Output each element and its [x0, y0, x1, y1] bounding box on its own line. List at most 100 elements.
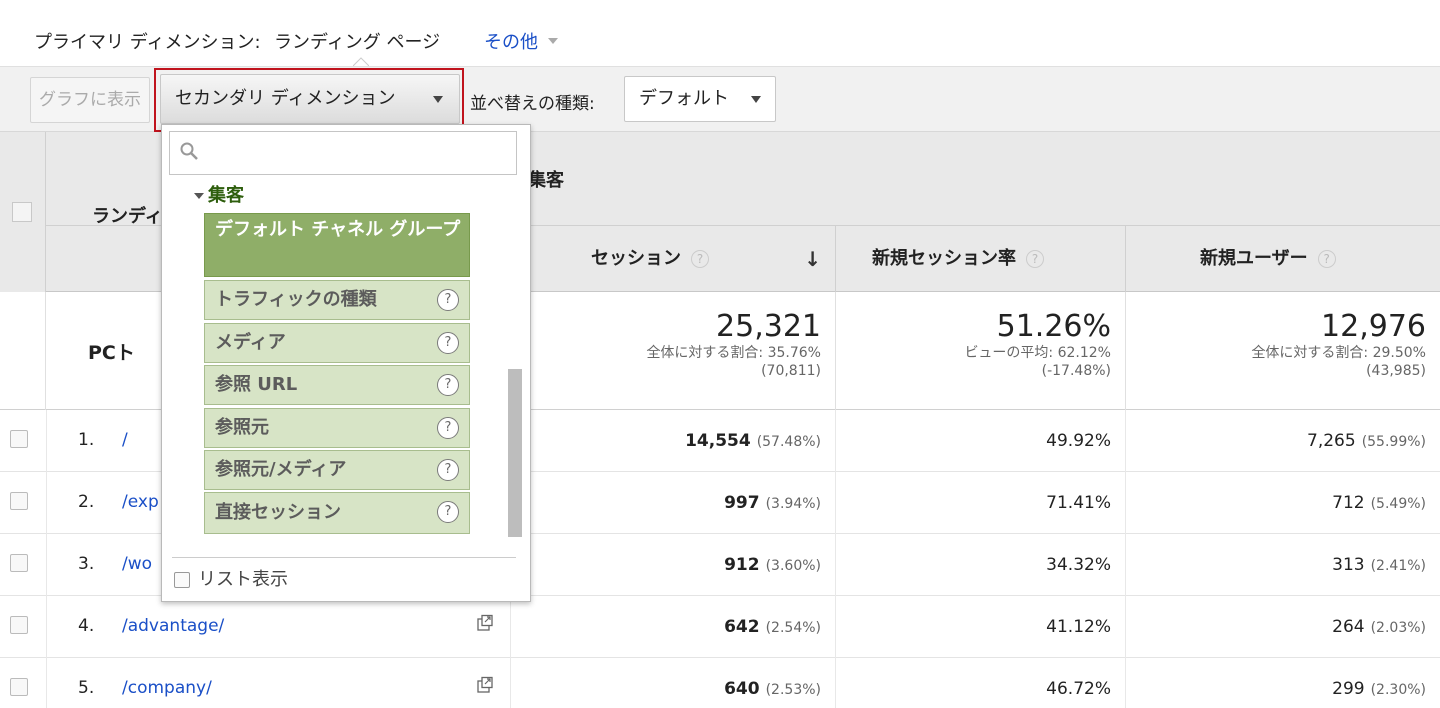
new-users-column-header[interactable]: 新規ユーザー? — [1125, 226, 1440, 292]
help-icon[interactable]: ? — [1026, 250, 1044, 268]
list-view-checkbox[interactable] — [174, 572, 190, 588]
table-toolbar: グラフに表示 セカンダリ ディメンション 並べ替えの種類: デフォルト — [0, 66, 1440, 132]
new-session-rate-cell: 34.32% — [835, 534, 1125, 596]
dimension-option-referral-url[interactable]: 参照 URL ? — [204, 365, 470, 405]
primary-dimension-label: プライマリ ディメンション: — [34, 32, 261, 53]
dimension-option-label: 参照 URL — [215, 374, 298, 395]
totals-rate-note: ビューの平均: 62.12% — [964, 345, 1111, 361]
primary-dimension-value[interactable]: ランディング ページ — [274, 28, 440, 54]
dimension-option-traffic-type[interactable]: トラフィックの種類 ? — [204, 280, 470, 320]
acquisition-group-header: 集客 — [528, 170, 564, 191]
primary-dimension-bar: プライマリ ディメンション: ランディング ページ その他 — [0, 0, 1440, 66]
new-users-percent: (5.49%) — [1370, 496, 1426, 512]
new-users-percent: (2.41%) — [1370, 558, 1426, 574]
dimension-option-source-medium[interactable]: 参照元/メディア ? — [204, 450, 470, 490]
acquisition-group-toggle[interactable]: 集客 — [194, 181, 244, 207]
open-in-new-window-icon[interactable] — [476, 676, 494, 694]
help-icon[interactable]: ? — [1317, 250, 1336, 268]
highlight-annotation-box — [154, 68, 464, 132]
landing-page-column-header[interactable]: ランディ — [92, 202, 163, 228]
dimension-option-medium[interactable]: メディア ? — [204, 323, 470, 363]
new-users-value: 313 — [1332, 555, 1365, 575]
sessions-percent: (3.60%) — [765, 558, 821, 574]
row-index: 2. — [78, 492, 95, 512]
dimension-option-direct-sessions[interactable]: 直接セッション ? — [204, 492, 470, 534]
sessions-column-header[interactable]: セッション? ↓ — [510, 226, 835, 292]
totals-checkbox-space — [0, 292, 46, 410]
row-index: 3. — [78, 554, 95, 574]
sort-descending-icon: ↓ — [804, 247, 821, 271]
sessions-percent: (2.53%) — [765, 682, 821, 698]
help-icon[interactable]: ? — [437, 501, 459, 523]
open-in-new-window-icon[interactable] — [476, 614, 494, 632]
dimension-search-box[interactable] — [169, 131, 517, 175]
totals-sessions-base: (70,811) — [761, 363, 821, 379]
dimension-option-default-channel-group[interactable]: デフォルト チャネル グループ — [204, 213, 470, 277]
help-icon[interactable]: ? — [437, 289, 459, 311]
sort-type-select[interactable]: デフォルト — [624, 76, 776, 122]
help-icon[interactable]: ? — [437, 332, 459, 354]
table-row: 4. /advantage/ 642 (2.54%) 41.12% 264 (2.0… — [0, 596, 1440, 658]
dropdown-scrollbar[interactable] — [508, 369, 522, 537]
select-all-column — [0, 132, 46, 292]
primary-dimension-other-link[interactable]: その他 — [484, 28, 538, 54]
landing-page-link[interactable]: / — [122, 430, 128, 450]
list-view-toggle[interactable]: リスト表示 — [174, 565, 288, 591]
sessions-percent: (3.94%) — [765, 496, 821, 512]
sort-type-value: デフォルト — [639, 88, 729, 109]
other-dropdown-icon[interactable] — [548, 38, 558, 44]
sessions-cell: 14,554 (57.48%) — [510, 410, 835, 472]
dimension-option-label: 参照元/メディア — [215, 459, 347, 480]
sort-type-label: 並べ替えの種類: — [470, 94, 595, 114]
landing-page-cell — [46, 658, 510, 708]
sessions-cell: 997 (3.94%) — [510, 472, 835, 534]
sessions-value: 912 — [724, 555, 760, 575]
totals-sessions-note: 全体に対する割合: 35.76% — [646, 345, 821, 361]
landing-page-link[interactable]: /wo — [122, 554, 152, 574]
row-index: 1. — [78, 430, 95, 450]
sessions-value: 640 — [724, 679, 760, 699]
sessions-value: 14,554 — [685, 431, 751, 451]
select-all-checkbox[interactable] — [12, 202, 32, 222]
list-view-label: リスト表示 — [198, 569, 288, 590]
dimension-search-input[interactable] — [206, 132, 506, 172]
new-users-value: 7,265 — [1307, 431, 1356, 451]
row-checkbox[interactable] — [10, 554, 28, 572]
row-checkbox[interactable] — [10, 678, 28, 696]
sessions-value: 997 — [724, 493, 760, 513]
search-icon — [180, 142, 198, 160]
new-users-cell: 7,265 (55.99%) — [1125, 410, 1440, 472]
totals-sessions-value: 25,321 — [716, 309, 821, 344]
landing-page-link[interactable]: /exp — [122, 492, 159, 512]
totals-users-note: 全体に対する割合: 29.50% — [1251, 345, 1426, 361]
table-row: 5. /company/ 640 (2.53%) 46.72% 299 (2.30%… — [0, 658, 1440, 708]
sessions-percent: (2.54%) — [765, 620, 821, 636]
totals-segment-label: PCト — [88, 342, 135, 364]
help-icon[interactable]: ? — [691, 250, 709, 268]
new-users-cell: 264 (2.03%) — [1125, 596, 1440, 658]
new-session-rate-column-header[interactable]: 新規セッション率? — [835, 226, 1125, 292]
totals-rate-value: 51.26% — [996, 309, 1111, 344]
collapse-triangle-icon — [194, 193, 204, 199]
row-checkbox[interactable] — [10, 616, 28, 634]
plot-rows-button[interactable]: グラフに表示 — [30, 77, 150, 123]
chevron-down-icon — [751, 96, 761, 103]
help-icon[interactable]: ? — [437, 459, 459, 481]
help-icon[interactable]: ? — [437, 417, 459, 439]
row-checkbox[interactable] — [10, 430, 28, 448]
landing-page-link[interactable]: /company/ — [122, 678, 212, 698]
new-users-percent: (55.99%) — [1361, 434, 1426, 450]
dimension-option-label: トラフィックの種類 — [215, 289, 377, 310]
totals-rate-base: (-17.48%) — [1041, 363, 1111, 379]
dimension-option-label: 参照元 — [215, 417, 269, 438]
dimension-option-label: デフォルト チャネル グループ — [215, 219, 461, 240]
new-users-cell: 712 (5.49%) — [1125, 472, 1440, 534]
new-session-rate-cell: 49.92% — [835, 410, 1125, 472]
row-checkbox[interactable] — [10, 492, 28, 510]
new-users-cell: 299 (2.30%) — [1125, 658, 1440, 708]
new-users-percent: (2.03%) — [1370, 620, 1426, 636]
help-icon[interactable]: ? — [437, 374, 459, 396]
sessions-cell: 642 (2.54%) — [510, 596, 835, 658]
dimension-option-source[interactable]: 参照元 ? — [204, 408, 470, 448]
landing-page-link[interactable]: /advantage/ — [122, 616, 224, 636]
